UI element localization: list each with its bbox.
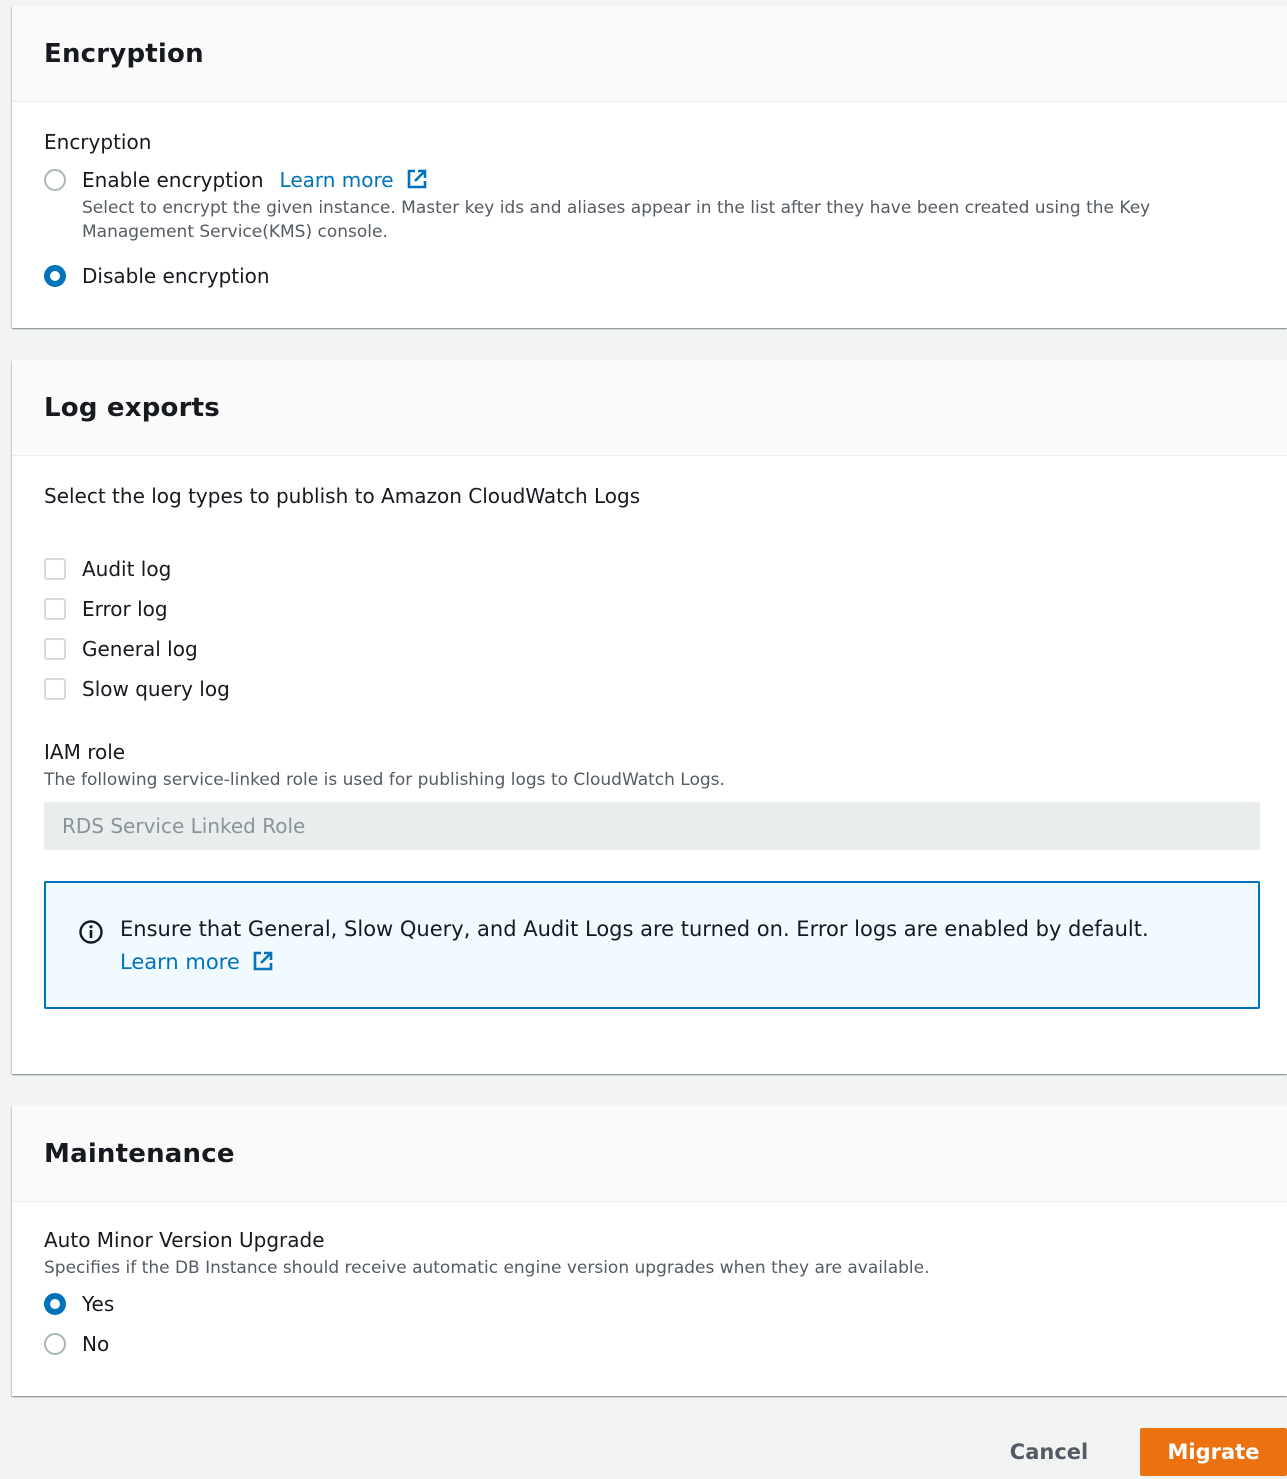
iam-role-label: IAM role [44, 740, 126, 764]
log-exports-intro: Select the log types to publish to Amazo… [44, 484, 641, 508]
auto-upgrade-yes-option[interactable]: Yes [44, 1292, 114, 1316]
auto-minor-upgrade-description: Specifies if the DB Instance should rece… [44, 1258, 930, 1278]
general-log-option[interactable]: General log [44, 637, 198, 661]
enable-encryption-label: Enable encryption [82, 168, 264, 192]
encryption-learn-more-text: Learn more [279, 168, 394, 192]
audit-log-checkbox[interactable] [44, 558, 66, 580]
maintenance-title: Maintenance [44, 1138, 235, 1169]
iam-role-field: RDS Service Linked Role [44, 802, 1260, 850]
encryption-learn-more-link[interactable]: Learn more [280, 168, 428, 192]
maintenance-panel: Maintenance Auto Minor Version Upgrade S… [12, 1106, 1287, 1396]
log-exports-header: Log exports [12, 360, 1287, 456]
auto-upgrade-yes-label: Yes [82, 1292, 115, 1316]
encryption-panel: Encryption Encryption Enable encryption … [12, 6, 1287, 328]
encryption-header: Encryption [12, 6, 1287, 102]
auto-upgrade-no-option[interactable]: No [44, 1332, 109, 1356]
info-circle-icon [79, 920, 103, 944]
encryption-title: Encryption [44, 38, 204, 69]
auto-upgrade-no-radio[interactable] [44, 1333, 66, 1355]
error-log-option[interactable]: Error log [44, 597, 168, 621]
error-log-checkbox[interactable] [44, 598, 66, 620]
iam-role-value: RDS Service Linked Role [62, 814, 306, 838]
disable-encryption-option[interactable]: Disable encryption [44, 264, 270, 288]
external-link-icon [407, 169, 427, 189]
auto-minor-upgrade-label: Auto Minor Version Upgrade [44, 1228, 325, 1252]
audit-log-label: Audit log [82, 557, 172, 581]
cancel-button[interactable]: Cancel [985, 1428, 1113, 1476]
auto-upgrade-no-label: No [82, 1332, 110, 1356]
enable-encryption-option[interactable]: Enable encryption Learn more [44, 168, 428, 192]
maintenance-header: Maintenance [12, 1106, 1287, 1202]
disable-encryption-radio[interactable] [44, 265, 66, 287]
log-info-text-block: Ensure that General, Slow Query, and Aud… [120, 913, 1210, 979]
log-info-learn-more-link[interactable]: Learn more [120, 950, 274, 974]
log-info-text: Ensure that General, Slow Query, and Aud… [120, 917, 1149, 941]
log-exports-title: Log exports [44, 392, 220, 423]
log-info-alert: Ensure that General, Slow Query, and Aud… [44, 881, 1260, 1009]
enable-encryption-description: Select to encrypt the given instance. Ma… [82, 198, 1151, 242]
enable-encryption-radio[interactable] [44, 169, 66, 191]
slow-query-log-option[interactable]: Slow query log [44, 677, 230, 701]
encryption-field-label: Encryption [44, 130, 152, 154]
audit-log-option[interactable]: Audit log [44, 557, 171, 581]
external-link-icon [254, 951, 273, 971]
log-info-learn-more-text: Learn more [120, 950, 240, 974]
auto-upgrade-yes-radio[interactable] [44, 1293, 66, 1315]
error-log-label: Error log [82, 597, 168, 621]
log-exports-panel: Log exports Select the log types to publ… [12, 360, 1287, 1074]
iam-role-description: The following service-linked role is use… [44, 770, 725, 790]
disable-encryption-label: Disable encryption [82, 264, 270, 288]
general-log-label: General log [82, 637, 198, 661]
migrate-button[interactable]: Migrate [1140, 1428, 1287, 1476]
slow-query-log-checkbox[interactable] [44, 678, 66, 700]
slow-query-log-label: Slow query log [82, 677, 230, 701]
general-log-checkbox[interactable] [44, 638, 66, 660]
